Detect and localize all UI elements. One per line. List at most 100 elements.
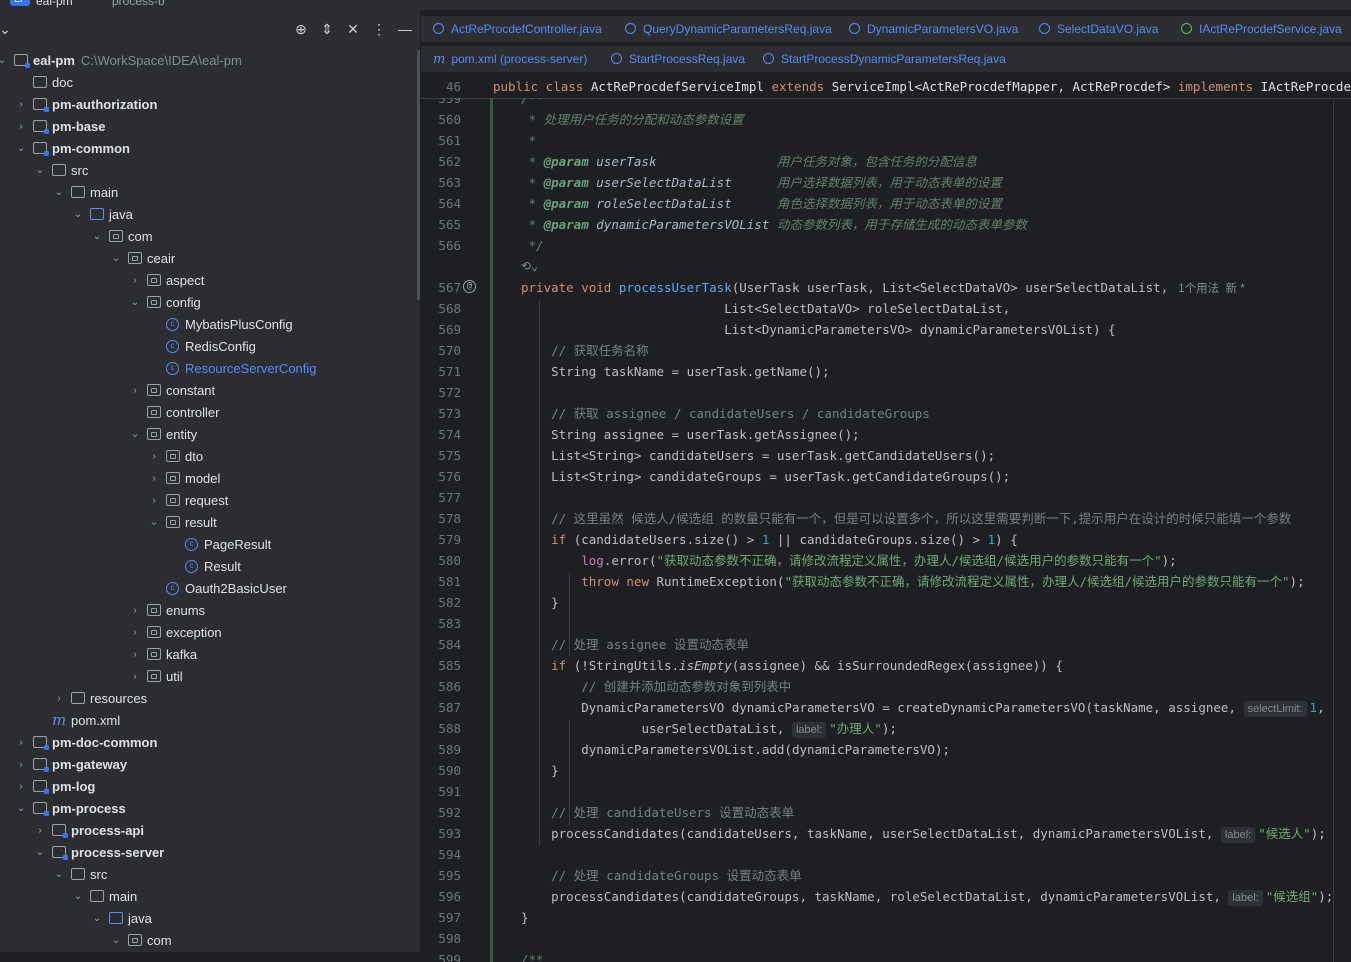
- editor-tab[interactable]: StartProcessReq.java: [611, 46, 745, 72]
- branch-name[interactable]: process-b: [112, 0, 165, 8]
- code-line[interactable]: 587 DynamicParametersVO dynamicParameters…: [421, 697, 1351, 718]
- code-line[interactable]: 592 // 处理 candidateUsers 设置动态表单: [421, 802, 1351, 823]
- editor-tab[interactable]: m pom.xml (process-server): [433, 46, 587, 72]
- sticky-class-header[interactable]: 46 public class ActReProcdefServiceImpl …: [421, 76, 1351, 99]
- code-line[interactable]: 562 * @param userTask 用户任务对象，包含任务的分配信息: [421, 151, 1351, 172]
- tree-item[interactable]: › pm-gateway: [0, 754, 416, 776]
- code-line[interactable]: 595 // 处理 candidateGroups 设置动态表单: [421, 865, 1351, 886]
- tree-item[interactable]: ⌄ src: [0, 864, 416, 886]
- code-line[interactable]: 561 *: [421, 130, 1351, 151]
- tree-item[interactable]: › pm-base: [0, 116, 416, 138]
- code-line[interactable]: 581 throw new RuntimeException("获取动态参数不正确…: [421, 571, 1351, 592]
- chevron-right-icon[interactable]: ›: [15, 776, 27, 798]
- tree-item[interactable]: ⌄ entity: [0, 424, 416, 446]
- chevron-down-icon[interactable]: ⌄: [15, 138, 27, 160]
- tree-item[interactable]: › kafka: [0, 644, 416, 666]
- code-line[interactable]: 594: [421, 844, 1351, 865]
- chevron-right-icon[interactable]: ›: [15, 754, 27, 776]
- chevron-down-icon[interactable]: ⌄: [72, 886, 84, 908]
- chevron-down-icon[interactable]: ⌄: [34, 842, 46, 864]
- tree-item[interactable]: c MybatisPlusConfig: [0, 314, 416, 336]
- chevron-right-icon[interactable]: ›: [53, 688, 65, 710]
- code-line[interactable]: 583: [421, 613, 1351, 634]
- chevron-down-icon[interactable]: ⌄: [91, 908, 103, 930]
- chevron-right-icon[interactable]: ›: [129, 380, 141, 402]
- code-line[interactable]: 574 String assignee = userTask.getAssigne…: [421, 424, 1351, 445]
- project-name[interactable]: eal-pm: [36, 0, 73, 8]
- code-line[interactable]: 586 // 创建并添加动态参数对象到列表中: [421, 676, 1351, 697]
- tree-item[interactable]: › resources: [0, 688, 416, 710]
- tree-item[interactable]: › aspect: [0, 270, 416, 292]
- tree-item[interactable]: ⌄ process-server: [0, 842, 416, 864]
- tree-item[interactable]: ⌄ main: [0, 886, 416, 908]
- more-options-icon[interactable]: ⋮: [370, 20, 388, 38]
- tree-item[interactable]: › dto: [0, 446, 416, 468]
- chevron-right-icon[interactable]: ›: [15, 732, 27, 754]
- code-line[interactable]: 591: [421, 781, 1351, 802]
- chevron-down-icon[interactable]: ⌄: [129, 292, 141, 314]
- code-line[interactable]: 566 */: [421, 235, 1351, 256]
- override-marker-icon[interactable]: @: [463, 280, 476, 293]
- chevron-down-icon[interactable]: ⌄: [53, 182, 65, 204]
- tree-item[interactable]: › pm-doc-common: [0, 732, 416, 754]
- editor-tab[interactable]: ActReProcdefController.java: [433, 16, 602, 42]
- tree-item[interactable]: › pm-log: [0, 776, 416, 798]
- chevron-down-icon[interactable]: ⌄: [34, 160, 46, 182]
- chevron-down-icon[interactable]: ⌄: [53, 864, 65, 886]
- tree-item[interactable]: › process-api: [0, 820, 416, 842]
- editor-tab[interactable]: StartProcessDynamicParametersReq.java: [763, 46, 1006, 72]
- chevron-right-icon[interactable]: ›: [129, 644, 141, 666]
- code-line[interactable]: ⟲⌄: [421, 256, 1351, 277]
- tree-item[interactable]: c Result: [0, 556, 416, 578]
- code-line[interactable]: 593 processCandidates(candidateUsers, tas…: [421, 823, 1351, 844]
- code-line[interactable]: 579 if (candidateUsers.size() > 1 || cand…: [421, 529, 1351, 550]
- chevron-right-icon[interactable]: ›: [129, 600, 141, 622]
- chevron-right-icon[interactable]: ›: [15, 94, 27, 116]
- code-line[interactable]: 568 List<SelectDataVO> roleSelectDataLis…: [421, 298, 1351, 319]
- tree-item[interactable]: ⌄ ceair: [0, 248, 416, 270]
- chevron-down-icon[interactable]: ⌄: [72, 204, 84, 226]
- code-line[interactable]: 590}: [421, 760, 1351, 781]
- tree-item[interactable]: › util: [0, 666, 416, 688]
- tree-item[interactable]: ⌄ main: [0, 182, 416, 204]
- code-area[interactable]: 559/** 560 * 处理用户任务的分配和动态参数设置 561 * 562 * @…: [421, 98, 1351, 962]
- hide-panel-icon[interactable]: —: [396, 20, 414, 38]
- collapse-all-icon[interactable]: ✕: [344, 20, 362, 38]
- code-line[interactable]: 599 /**: [421, 949, 1351, 962]
- code-line[interactable]: 580 log.error("获取动态参数不正确，请修改流程定义属性，办理人/候选…: [421, 550, 1351, 571]
- code-line[interactable]: 563 * @param userSelectDataList 用户选择数据列表…: [421, 172, 1351, 193]
- tree-item[interactable]: m pom.xml: [0, 710, 416, 732]
- tree-item[interactable]: ⌄ result: [0, 512, 416, 534]
- code-line[interactable]: 575 List<String> candidateUsers = userTas…: [421, 445, 1351, 466]
- code-line[interactable]: 582}: [421, 592, 1351, 613]
- code-line[interactable]: 573 // 获取 assignee / candidateUsers / can…: [421, 403, 1351, 424]
- chevron-down-icon[interactable]: ⌄: [0, 50, 8, 72]
- tree-item[interactable]: › model: [0, 468, 416, 490]
- code-line[interactable]: 560 * 处理用户任务的分配和动态参数设置: [421, 109, 1351, 130]
- code-line[interactable]: 598: [421, 928, 1351, 949]
- tree-item[interactable]: ⌄ eal-pmC:\WorkSpace\IDEA\eal-pm: [0, 50, 416, 72]
- code-vision-icon[interactable]: ⟲⌄: [521, 256, 538, 277]
- tree-item[interactable]: c ResourceServerConfig: [0, 358, 416, 380]
- code-line[interactable]: 572: [421, 382, 1351, 403]
- editor-tab[interactable]: DynamicParametersVO.java: [849, 16, 1018, 42]
- locate-icon[interactable]: ⊕: [292, 20, 310, 38]
- tree-item[interactable]: › pm-authorization: [0, 94, 416, 116]
- tree-item[interactable]: doc: [0, 72, 416, 94]
- tree-item[interactable]: › exception: [0, 622, 416, 644]
- chevron-right-icon[interactable]: ›: [148, 490, 160, 512]
- code-line[interactable]: 596 processCandidates(candidateGroups, ta…: [421, 886, 1351, 907]
- tree-item[interactable]: controller: [0, 402, 416, 424]
- code-line[interactable]: 589 dynamicParametersVOList.add(dynamicPa…: [421, 739, 1351, 760]
- chevron-down-icon[interactable]: ⌄: [91, 226, 103, 248]
- tree-item[interactable]: › request: [0, 490, 416, 512]
- tree-item[interactable]: c RedisConfig: [0, 336, 416, 358]
- tree-item[interactable]: ⌄ pm-common: [0, 138, 416, 160]
- chevron-down-icon[interactable]: ⌄: [0, 20, 14, 38]
- tree-item[interactable]: c PageResult: [0, 534, 416, 556]
- code-line[interactable]: 571 String taskName = userTask.getName();: [421, 361, 1351, 382]
- editor-tab[interactable]: SelectDataVO.java: [1039, 16, 1158, 42]
- tree-item[interactable]: ⌄ com: [0, 226, 416, 248]
- code-line[interactable]: 564 * @param roleSelectDataList 角色选择数据列表…: [421, 193, 1351, 214]
- tree-item[interactable]: ⌄ com: [0, 930, 416, 952]
